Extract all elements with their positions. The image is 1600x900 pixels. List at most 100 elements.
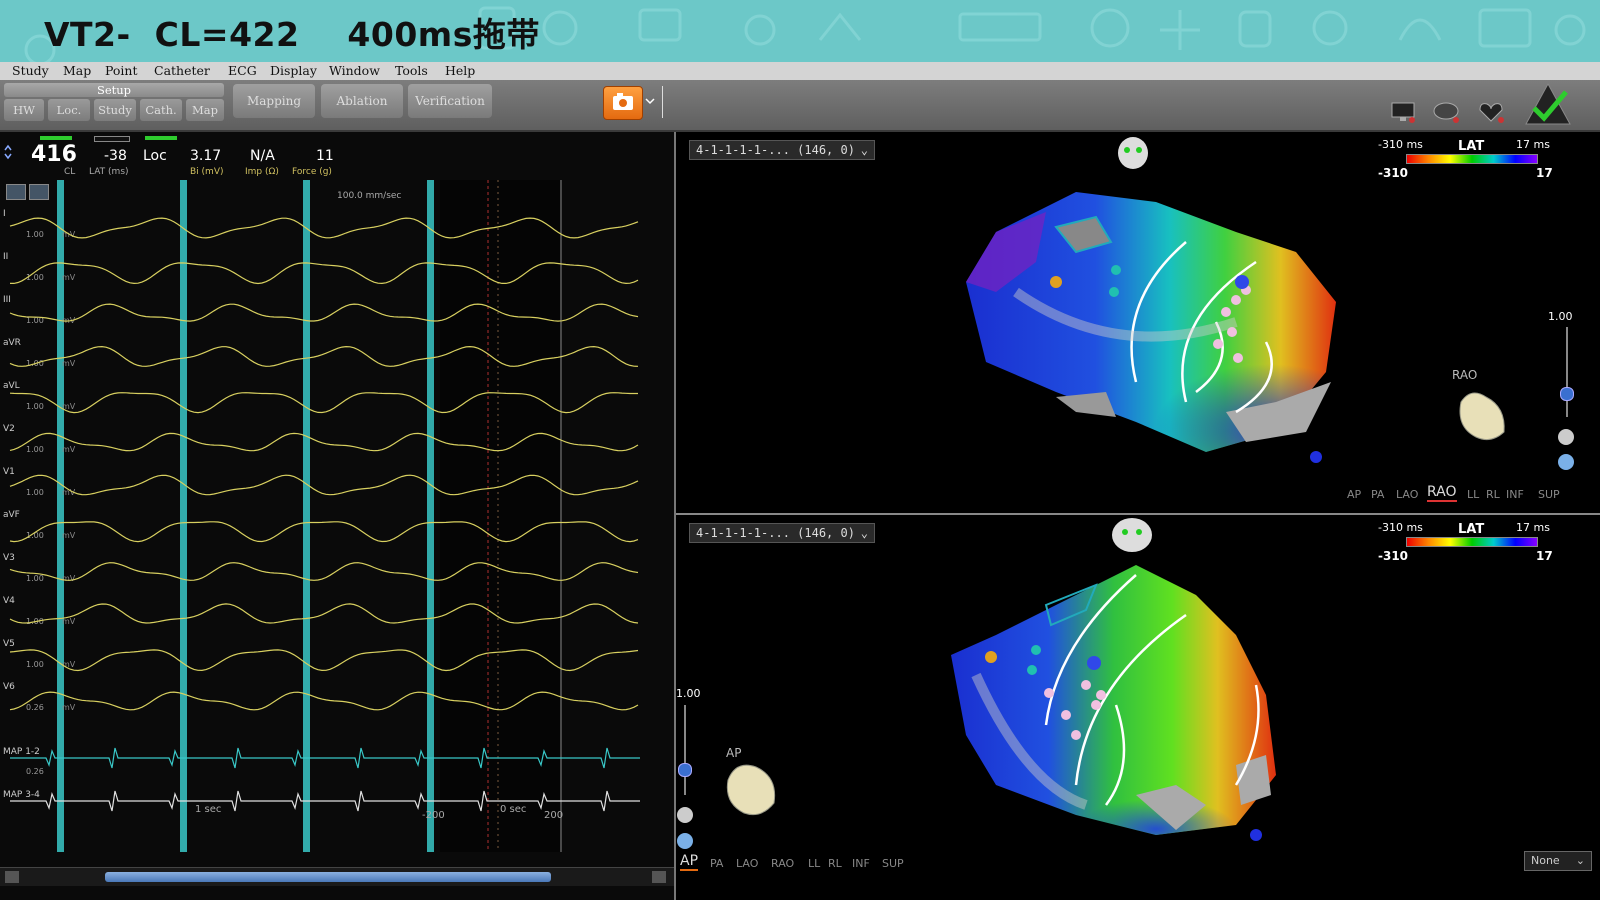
- view-ll[interactable]: LL: [808, 857, 820, 870]
- zoom-value: 1.00: [1548, 310, 1573, 323]
- heart-orientation-icon: [726, 764, 776, 816]
- menu-tools[interactable]: Tools: [395, 63, 428, 78]
- lead-label-v3[interactable]: V3: [3, 553, 15, 563]
- view-lao[interactable]: LAO: [1396, 488, 1418, 501]
- view-ap[interactable]: AP: [1347, 488, 1361, 501]
- verification-button[interactable]: Verification: [408, 84, 492, 118]
- menu-catheter[interactable]: Catheter: [154, 63, 210, 78]
- scroll-thumb[interactable]: [105, 872, 551, 882]
- tab-loc[interactable]: Loc.: [48, 99, 90, 121]
- tab-study[interactable]: Study: [94, 99, 136, 121]
- reset-view-button[interactable]: [1558, 454, 1574, 470]
- tab-hw[interactable]: HW: [4, 99, 44, 121]
- ablation-button[interactable]: Ablation: [321, 84, 403, 118]
- menu-help[interactable]: Help: [445, 63, 475, 78]
- menu-window[interactable]: Window: [329, 63, 380, 78]
- lead-gain-avl: 1.00: [26, 402, 44, 411]
- menu-point[interactable]: Point: [105, 63, 138, 78]
- overlay-select[interactable]: None ⌄: [1524, 851, 1592, 871]
- reset-view-button[interactable]: [677, 833, 693, 849]
- lat-color-scale: -310 ms LAT 17 ms -310 17: [1376, 136, 1566, 186]
- lead-label-v1[interactable]: V1: [3, 467, 15, 477]
- lead-label-avr[interactable]: aVR: [3, 338, 21, 348]
- tab-cath[interactable]: Cath.: [140, 99, 182, 121]
- menu-bar: Study Map Point Catheter ECG Display Win…: [0, 62, 1600, 81]
- menu-display[interactable]: Display: [270, 63, 317, 78]
- menu-study[interactable]: Study: [12, 63, 49, 78]
- menu-map[interactable]: Map: [63, 63, 91, 78]
- mapping-button[interactable]: Mapping: [233, 84, 315, 118]
- lead-gain-v1: 1.00: [26, 488, 44, 497]
- lead-label-v6[interactable]: V6: [3, 682, 15, 692]
- scroll-left-button[interactable]: [5, 871, 19, 883]
- lead-label-ii[interactable]: II: [3, 252, 8, 262]
- map-view-rao[interactable]: 4-1-1-1-1-... (146, 0) ⌄ -310 ms LAT 17 …: [676, 132, 1600, 515]
- view-pa[interactable]: PA: [1371, 488, 1384, 501]
- lat-map-3d[interactable]: [936, 172, 1376, 472]
- chevron-down-icon: ⌄: [1575, 854, 1585, 867]
- tab-map[interactable]: Map: [186, 99, 224, 121]
- map-selector-dropdown[interactable]: 4-1-1-1-1-... (146, 0) ⌄: [689, 523, 875, 543]
- cl-label: CL: [64, 167, 76, 177]
- lead-unit-v5: mV: [62, 660, 76, 669]
- view-rl[interactable]: RL: [828, 857, 842, 870]
- zoom-slider-track[interactable]: [684, 705, 686, 795]
- face-orientation-icon: [1118, 137, 1148, 169]
- setup-label[interactable]: Setup: [4, 83, 224, 97]
- map-lead-label-1[interactable]: MAP 1-2: [3, 747, 40, 757]
- time-label-1sec: 1 sec: [195, 804, 221, 815]
- lat-gradient-bar: [1406, 537, 1538, 547]
- view-rao-active[interactable]: RAO: [1427, 484, 1457, 502]
- map-selector-value: 4-1-1-1-1-... (146, 0): [696, 526, 855, 540]
- lead-label-v5[interactable]: V5: [3, 639, 15, 649]
- map-display-icon[interactable]: [1432, 100, 1462, 124]
- sort-arrows-icon[interactable]: [3, 144, 13, 160]
- lat-indicator: [94, 136, 130, 142]
- lat-max-value: 17: [1536, 166, 1553, 180]
- slide-title: VT2- CL=422 400ms拖带: [44, 15, 540, 54]
- lead-label-avl[interactable]: aVL: [3, 381, 20, 391]
- view-pa[interactable]: PA: [710, 857, 723, 870]
- force-value: 11: [316, 148, 334, 164]
- lat-max-value: 17: [1536, 549, 1553, 563]
- scroll-right-button[interactable]: [652, 871, 666, 883]
- rotate-button[interactable]: [677, 807, 693, 823]
- menu-ecg[interactable]: ECG: [228, 63, 257, 78]
- view-ap-active[interactable]: AP: [680, 853, 699, 871]
- zoom-slider-thumb[interactable]: [1560, 387, 1574, 401]
- zoom-slider-thumb[interactable]: [678, 763, 692, 777]
- snapshot-button[interactable]: [603, 86, 643, 120]
- monitor-icon[interactable]: [1390, 100, 1418, 124]
- map-selector-dropdown[interactable]: 4-1-1-1-1-... (146, 0) ⌄: [689, 140, 875, 160]
- zoom-value: 1.00: [676, 687, 701, 700]
- view-inf[interactable]: INF: [1506, 488, 1524, 501]
- lead-label-avf[interactable]: aVF: [3, 510, 20, 520]
- map-lead-label-2[interactable]: MAP 3-4: [3, 790, 40, 800]
- lead-unit-ii: mV: [62, 273, 76, 282]
- zoom-slider-track[interactable]: [1566, 327, 1568, 417]
- pacing-artifact-3: [303, 180, 310, 852]
- chevron-down-icon[interactable]: [645, 96, 655, 106]
- rotate-button[interactable]: [1558, 429, 1574, 445]
- lead-unit-v2: mV: [62, 445, 76, 454]
- bi-label: Bi (mV): [190, 167, 224, 177]
- time-label-zero: 0 sec: [500, 804, 526, 815]
- view-lao[interactable]: LAO: [736, 857, 758, 870]
- view-inf[interactable]: INF: [852, 857, 870, 870]
- lat-title: LAT: [1458, 139, 1485, 154]
- lead-label-iii[interactable]: III: [3, 295, 11, 305]
- view-ll[interactable]: LL: [1467, 488, 1479, 501]
- lead-label-v2[interactable]: V2: [3, 424, 15, 434]
- view-sup[interactable]: SUP: [882, 857, 904, 870]
- map-view-ap[interactable]: 4-1-1-1-1-... (146, 0) ⌄ -310 ms LAT 17 …: [676, 515, 1600, 900]
- ecg-scrollbar[interactable]: [0, 867, 674, 886]
- heart-icon[interactable]: [1476, 100, 1506, 124]
- lat-map-3d[interactable]: [936, 555, 1316, 855]
- view-rl[interactable]: RL: [1486, 488, 1500, 501]
- lead-label-i[interactable]: I: [3, 209, 6, 219]
- checkmark-icon[interactable]: [1524, 82, 1572, 126]
- loc-value: Loc: [143, 148, 167, 164]
- lead-label-v4[interactable]: V4: [3, 596, 15, 606]
- view-rao[interactable]: RAO: [771, 857, 794, 870]
- view-sup[interactable]: SUP: [1538, 488, 1560, 501]
